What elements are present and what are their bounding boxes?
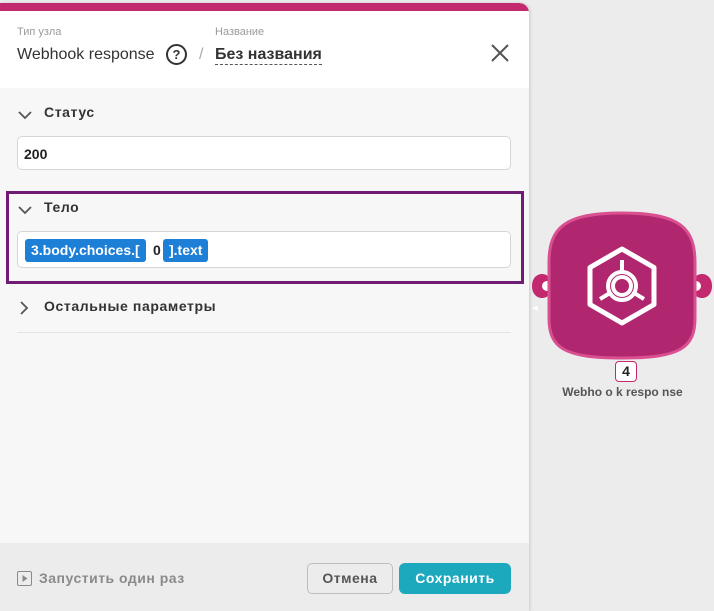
variable-token[interactable]: 3.body.choices.[ (25, 239, 146, 262)
node-number-badge: 4 (615, 361, 637, 382)
node-label: Webho o k respo nse (562, 385, 683, 399)
help-icon[interactable]: ? (166, 44, 187, 65)
body-input[interactable]: 3.body.choices.[ 0 ].text (17, 231, 511, 268)
panel-header: Тип узла Webhook response ? / Название Б… (0, 11, 529, 88)
section-divider (17, 332, 511, 333)
node-settings-panel: Тип узла Webhook response ? / Название Б… (0, 3, 529, 611)
node-name-field[interactable]: Без названия (215, 46, 322, 65)
panel-accent-bar (0, 3, 529, 11)
status-value: 200 (24, 146, 48, 162)
node-body (547, 211, 697, 360)
breadcrumb-separator: / (199, 46, 204, 63)
other-params-section-title[interactable]: Остальные параметры (44, 298, 216, 314)
workflow-canvas[interactable]: Тип узла Webhook response ? / Название Б… (0, 0, 714, 611)
chevron-down-icon[interactable] (17, 107, 33, 123)
play-icon (17, 571, 32, 586)
panel-footer: Запустить один раз Отмена Сохранить (0, 543, 529, 611)
variable-token[interactable]: ].text (163, 239, 209, 262)
literal-token: 0 (153, 242, 161, 258)
node-name-value: Без названия (215, 46, 322, 65)
run-once-label: Запустить один раз (39, 570, 185, 586)
chevron-right-icon[interactable] (16, 300, 32, 316)
node-type-label: Тип узла (17, 26, 62, 38)
body-section-title[interactable]: Тело (44, 199, 79, 215)
cancel-button[interactable]: Отмена (307, 563, 393, 594)
close-icon[interactable] (488, 41, 512, 65)
save-button[interactable]: Сохранить (399, 563, 511, 594)
status-input[interactable]: 200 (17, 136, 511, 170)
chevron-down-icon[interactable] (17, 202, 33, 218)
node-type-value: Webhook response (17, 46, 155, 63)
node-name-label: Название (215, 26, 265, 38)
status-section-title[interactable]: Статус (44, 104, 95, 120)
